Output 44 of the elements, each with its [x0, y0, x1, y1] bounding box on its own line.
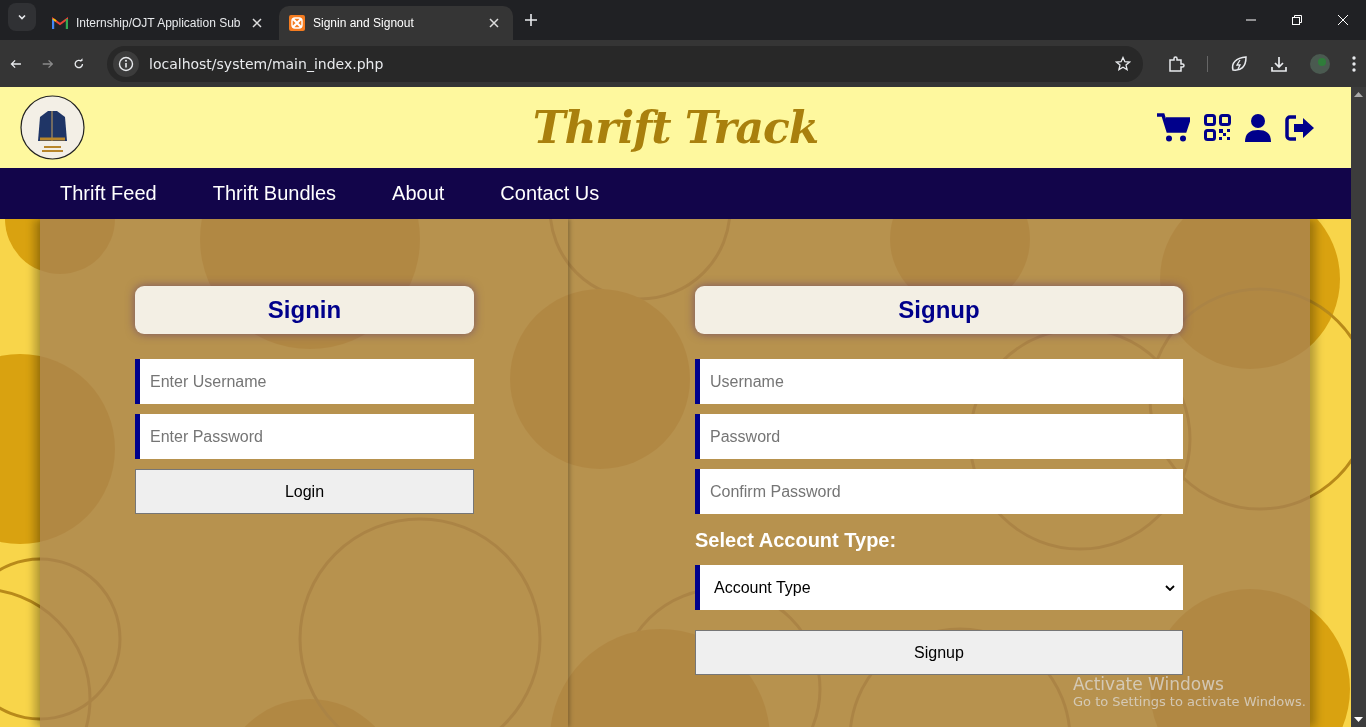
- text-field[interactable]: Enter Username: [135, 359, 474, 404]
- cart-icon[interactable]: [1157, 113, 1190, 142]
- activation-message: Go to Settings to activate Windows.: [1073, 694, 1306, 709]
- text-field[interactable]: Confirm Password: [695, 469, 1183, 514]
- account-type-dropdown[interactable]: Account Type: [695, 565, 1183, 610]
- submit-button[interactable]: Login: [135, 469, 474, 514]
- close-tab-icon[interactable]: [489, 18, 499, 28]
- text-field[interactable]: Password: [695, 414, 1183, 459]
- caret-icon: [1165, 584, 1175, 591]
- site-title: Thrift Track: [532, 102, 819, 153]
- form-heading: Signup: [695, 286, 1183, 334]
- restore-icon[interactable]: [1291, 14, 1303, 26]
- mail-icon: [52, 17, 68, 29]
- close-icon[interactable]: [1337, 14, 1349, 26]
- more-icon[interactable]: [1352, 55, 1356, 72]
- logo-drawing[interactable]: [20, 95, 85, 160]
- leaf-icon[interactable]: [1230, 54, 1248, 73]
- user-icon[interactable]: [1245, 113, 1271, 142]
- browser-tab[interactable]: Internship/OJT Application Sub: [42, 6, 276, 40]
- new-tab-button[interactable]: [524, 13, 538, 27]
- star-icon[interactable]: [1115, 55, 1131, 72]
- nav-link[interactable]: Thrift Feed: [60, 182, 157, 205]
- address-bar[interactable]: localhost/system/main_index.php: [107, 45, 1143, 82]
- activation-title: Activate Windows: [1073, 674, 1225, 694]
- qr-code-icon[interactable]: [1204, 114, 1231, 141]
- close-tab-icon[interactable]: [252, 18, 262, 28]
- download-icon[interactable]: [1270, 54, 1288, 73]
- nav-link[interactable]: About: [392, 182, 445, 205]
- puzzle-icon[interactable]: [1167, 54, 1185, 73]
- form-heading: Signin: [135, 286, 474, 334]
- text-field[interactable]: Enter Password: [135, 414, 474, 459]
- logout-icon[interactable]: [1285, 114, 1315, 141]
- select-label: Select Account Type:: [695, 529, 898, 552]
- scroll-up-icon[interactable]: [1354, 91, 1363, 97]
- nav-link[interactable]: Thrift Bundles: [212, 182, 337, 205]
- browser-tab[interactable]: Signin and Signout: [279, 6, 513, 40]
- scroll-down-icon[interactable]: [1354, 717, 1363, 723]
- server-logo-icon: [289, 15, 305, 31]
- scrollbar[interactable]: [1351, 87, 1366, 727]
- submit-button[interactable]: Signup: [695, 630, 1183, 675]
- info-icon[interactable]: [118, 55, 134, 72]
- text-field[interactable]: Username: [695, 359, 1183, 404]
- profile-avatar[interactable]: [1310, 53, 1330, 74]
- nav-link[interactable]: Contact Us: [500, 182, 600, 205]
